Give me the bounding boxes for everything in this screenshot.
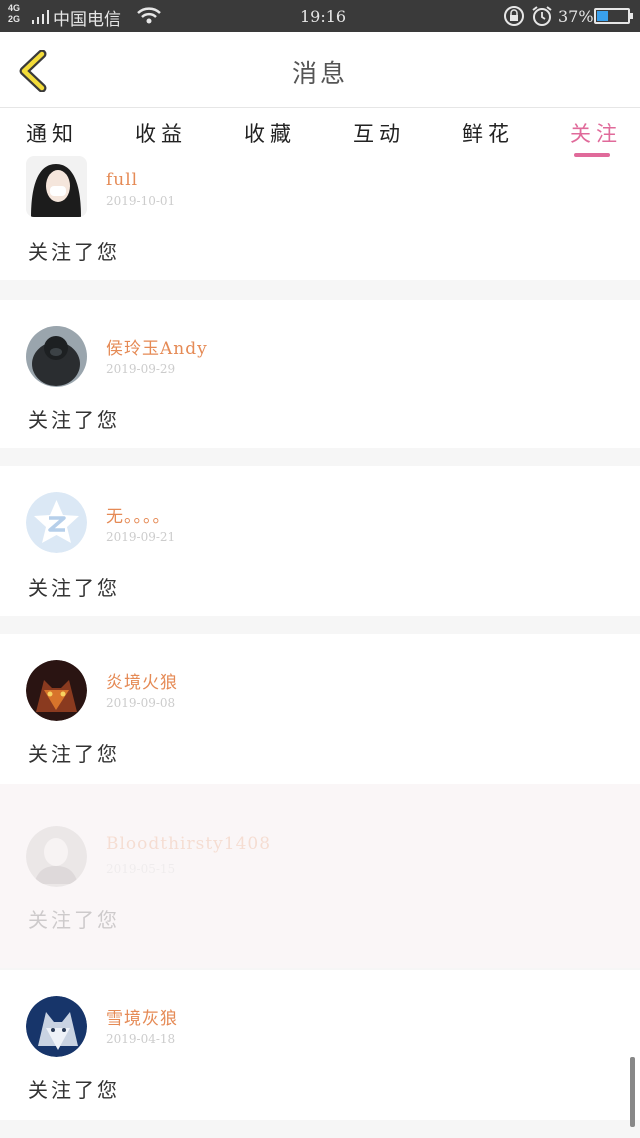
alarm-icon <box>532 6 552 26</box>
avatar[interactable] <box>26 492 87 553</box>
avatar[interactable] <box>26 660 87 721</box>
user-name[interactable]: 雪境灰狼 <box>106 1004 178 1029</box>
status-bar: 4G 2G 中国电信 19:16 37% <box>0 0 640 32</box>
follow-message: 关注了您 <box>28 1078 120 1102</box>
wifi-icon <box>137 7 161 24</box>
list-item[interactable]: Bloodthirsty1408 2019-05-15 关注了您 <box>0 784 640 968</box>
follow-date: 2019-04-18 <box>106 1032 176 1046</box>
network-type-label: 4G 2G <box>8 3 21 24</box>
list-item[interactable]: 炎境火狼 2019-09-08 关注了您 <box>0 634 640 784</box>
follow-message: 关注了您 <box>28 240 120 264</box>
battery-icon <box>594 8 633 24</box>
user-name[interactable]: 侯玲玉Andy <box>106 334 208 359</box>
user-name[interactable]: 炎境火狼 <box>106 668 178 693</box>
follow-message: 关注了您 <box>28 408 120 432</box>
follow-message: 关注了您 <box>28 908 120 932</box>
tab-earnings[interactable]: 收益 <box>135 118 187 148</box>
tab-bar: 通知 收益 收藏 互动 鲜花 关注 <box>0 108 640 158</box>
tab-favorites[interactable]: 收藏 <box>244 118 296 148</box>
clock: 19:16 <box>300 7 347 26</box>
tab-interactions[interactable]: 互动 <box>353 118 405 148</box>
carrier-name: 中国电信 <box>53 10 121 30</box>
rotation-lock-icon <box>504 6 524 26</box>
header: 消息 <box>0 32 640 108</box>
tab-follows[interactable]: 关注 <box>570 118 622 148</box>
follow-message: 关注了您 <box>28 742 120 766</box>
follow-date: 2019-05-15 <box>106 862 176 876</box>
list-item[interactable]: full 2019-10-01 关注了您 <box>0 156 640 280</box>
follow-date: 2019-09-29 <box>106 362 176 376</box>
follow-date: 2019-09-08 <box>106 696 176 710</box>
avatar[interactable] <box>26 156 87 217</box>
active-tab-indicator <box>574 153 610 157</box>
follow-message: 关注了您 <box>28 576 120 600</box>
page-title: 消息 <box>291 59 348 88</box>
avatar[interactable] <box>26 996 87 1057</box>
follow-date: 2019-10-01 <box>106 194 176 208</box>
follow-date: 2019-09-21 <box>106 530 176 544</box>
tab-notifications[interactable]: 通知 <box>26 118 78 148</box>
avatar[interactable] <box>26 326 87 387</box>
tab-flowers[interactable]: 鲜花 <box>462 118 514 148</box>
list-item[interactable]: 侯玲玉Andy 2019-09-29 关注了您 <box>0 300 640 448</box>
signal-icon <box>32 10 49 24</box>
battery-percent: 37% <box>558 7 594 26</box>
user-name[interactable]: Bloodthirsty1408 <box>106 834 271 854</box>
avatar[interactable] <box>26 826 87 887</box>
list-item[interactable]: 雪境灰狼 2019-04-18 关注了您 <box>0 970 640 1120</box>
user-name[interactable]: full <box>106 170 138 190</box>
list-item[interactable]: 无。。。。 2019-09-21 关注了您 <box>0 466 640 616</box>
scrollbar[interactable] <box>630 1057 635 1127</box>
user-name[interactable]: 无。。。。 <box>106 502 171 527</box>
